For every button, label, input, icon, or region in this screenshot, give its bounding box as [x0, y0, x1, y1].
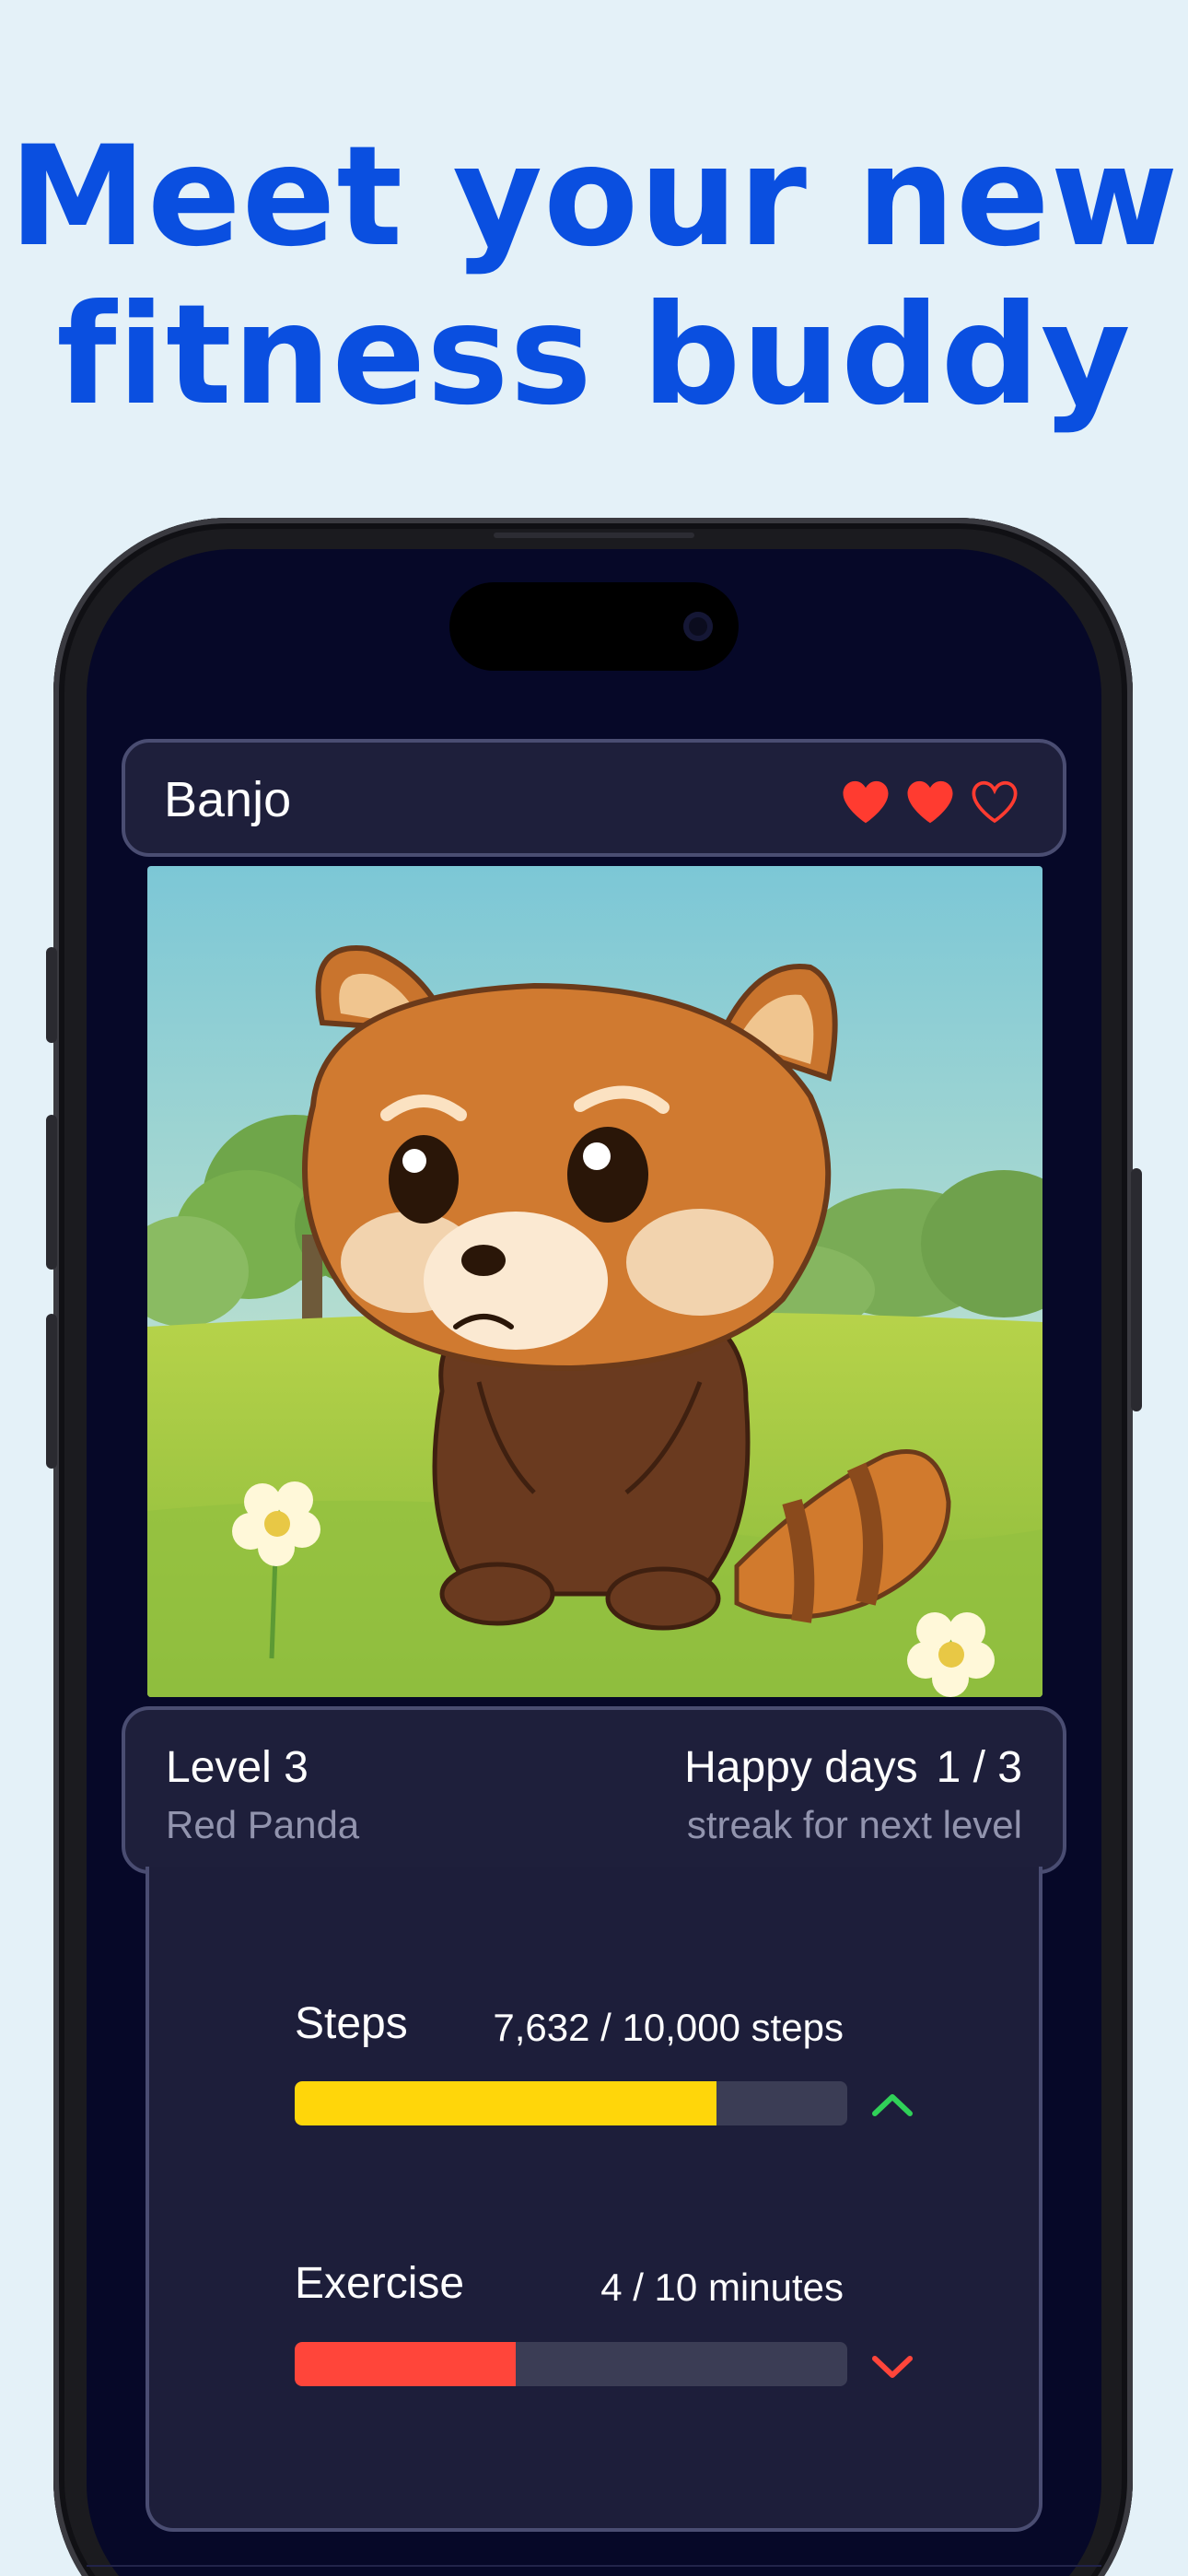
red-panda-illustration — [147, 866, 1042, 1697]
pet-name: Banjo — [164, 772, 292, 827]
exercise-label: Exercise — [295, 2259, 465, 2308]
steps-value: 7,632 / 10,000 steps — [493, 2006, 844, 2049]
stats-panel: Steps 7,632 / 10,000 steps Exercise 4 / … — [146, 1867, 1042, 2532]
volume-up-button — [46, 1115, 57, 1270]
streak-label: streak for next level — [686, 1803, 1022, 1846]
chevron-down-icon — [872, 2356, 913, 2378]
happy-days-title: Happy days 1 / 3 — [684, 1741, 1022, 1795]
action-button — [46, 947, 57, 1043]
steps-progress-fill — [295, 2081, 716, 2125]
headline: Meet your new fitness buddy — [0, 118, 1188, 435]
headline-line-2: fitness buddy — [56, 275, 1132, 436]
exercise-progress-bar — [295, 2342, 847, 2386]
heart-filled-icon — [843, 780, 889, 824]
happy-days-count: 1 / 3 — [936, 1743, 1022, 1792]
volume-down-button — [46, 1314, 57, 1469]
steps-label: Steps — [295, 1999, 408, 2048]
pet-illustration[interactable] — [147, 866, 1042, 1697]
power-button — [1131, 1168, 1142, 1411]
species-label: Red Panda — [166, 1803, 360, 1846]
level-card[interactable]: Level 3 Red Panda Happy days 1 / 3 streak… — [122, 1706, 1066, 1874]
hearts-row — [840, 778, 1020, 825]
exercise-value: 4 / 10 minutes — [600, 2266, 844, 2309]
steps-progress-bar — [295, 2081, 847, 2125]
camera-icon — [683, 612, 713, 641]
heart-filled-icon — [907, 780, 953, 824]
headline-line-1: Meet your new — [8, 117, 1180, 277]
home-divider — [87, 2565, 1101, 2567]
happy-days-label: Happy days — [684, 1743, 918, 1792]
level-title: Level 3 — [166, 1743, 309, 1792]
pet-name-card[interactable]: Banjo — [122, 739, 1066, 857]
chevron-up-icon — [872, 2094, 913, 2116]
heart-empty-icon — [972, 780, 1018, 824]
speaker-grille — [494, 533, 694, 538]
exercise-progress-fill — [295, 2342, 516, 2386]
dynamic-island — [449, 582, 739, 671]
